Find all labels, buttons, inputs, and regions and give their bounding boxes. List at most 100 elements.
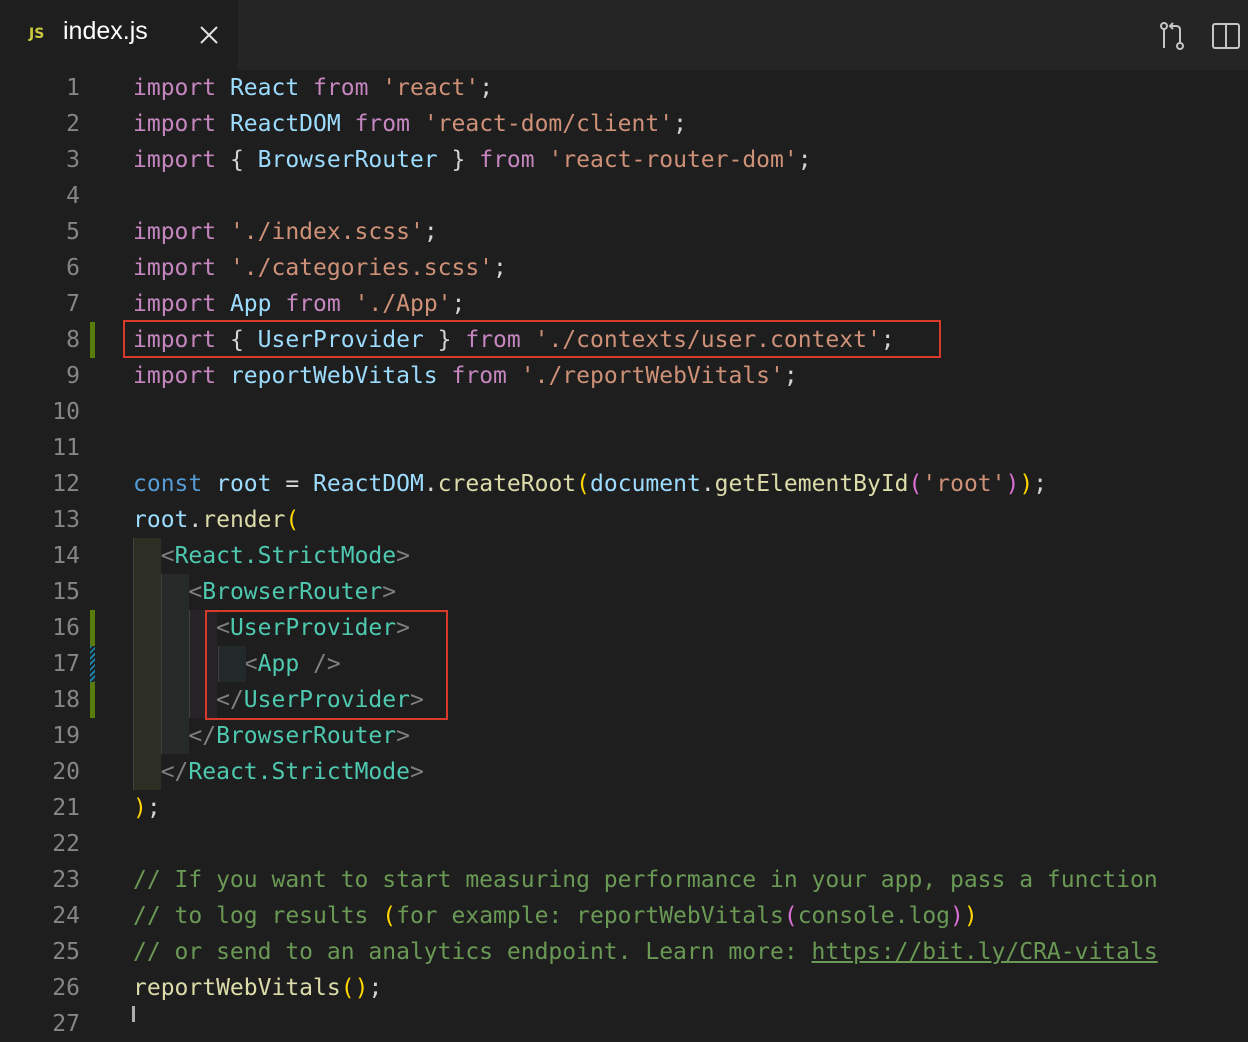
code-line[interactable]: 1 import React from 'react'; xyxy=(0,70,1248,106)
code-token: 'react-dom/client' xyxy=(423,111,674,137)
code-line[interactable]: 13 root.render( xyxy=(0,502,1248,538)
line-number: 21 xyxy=(52,795,80,821)
line-number: 27 xyxy=(52,1011,80,1037)
code-line[interactable]: 5 import './index.scss'; xyxy=(0,214,1248,250)
code-token: from xyxy=(354,111,424,137)
split-editor-icon[interactable] xyxy=(1210,20,1242,52)
code-line[interactable]: 26 reportWebVitals(); xyxy=(0,970,1248,1006)
code-text: // or send to an analytics endpoint. Lea… xyxy=(133,934,1158,970)
line-number: 14 xyxy=(52,543,80,569)
code-text: </React.StrictMode> xyxy=(133,754,424,790)
code-line[interactable]: 7 import App from './App'; xyxy=(0,286,1248,322)
code-line[interactable]: 20 </React.StrictMode> xyxy=(0,754,1248,790)
code-token: import xyxy=(133,291,230,317)
line-number: 8 xyxy=(66,327,80,353)
code-token: render xyxy=(202,507,286,533)
code-text: root.render( xyxy=(133,502,299,538)
code-token: BrowserRouter xyxy=(257,147,452,173)
code-token: > xyxy=(396,723,410,749)
code-token: root xyxy=(216,471,286,497)
code-line[interactable]: 27 xyxy=(0,1006,1248,1042)
code-token: from xyxy=(451,363,521,389)
code-token: BrowserRouter xyxy=(202,579,383,605)
code-token: ) xyxy=(133,795,147,821)
code-token: BrowserRouter xyxy=(216,723,397,749)
code-token: } xyxy=(451,147,480,173)
open-changes-icon[interactable] xyxy=(1156,20,1188,52)
code-text: import './index.scss'; xyxy=(133,214,438,250)
code-token: { xyxy=(229,147,258,173)
code-line[interactable]: 14 <React.StrictMode> xyxy=(0,538,1248,574)
indent-guide-highlight xyxy=(161,574,189,754)
line-number: 10 xyxy=(52,399,80,425)
code-line[interactable]: 11 xyxy=(0,430,1248,466)
code-line[interactable]: 21); xyxy=(0,790,1248,826)
code-line[interactable]: 10 xyxy=(0,394,1248,430)
code-line[interactable]: 25 // or send to an analytics endpoint. L… xyxy=(0,934,1248,970)
code-token: ; xyxy=(368,975,383,1001)
line-number: 20 xyxy=(52,759,80,785)
code-token: document xyxy=(590,471,701,497)
code-token: from xyxy=(285,291,355,317)
code-token: console.log xyxy=(797,903,951,929)
code-token: import xyxy=(133,255,230,281)
code-token: React xyxy=(229,75,314,101)
code-token: . xyxy=(700,471,715,497)
code-line[interactable]: 22 xyxy=(0,826,1248,862)
code-line[interactable]: 9 import reportWebVitals from './reportWe… xyxy=(0,358,1248,394)
code-token: import xyxy=(133,111,230,137)
text-cursor xyxy=(132,1006,135,1022)
code-token: . xyxy=(423,471,438,497)
code-token: 'root' xyxy=(922,471,1006,497)
code-line[interactable]: 24 // to log results (for example: report… xyxy=(0,898,1248,934)
code-line[interactable]: 12 const root = ReactDOM.createRoot(docum… xyxy=(0,466,1248,502)
code-token: // If you want to start measuring perfor… xyxy=(133,867,1158,893)
line-number: 25 xyxy=(52,939,80,965)
code-token: ( xyxy=(382,903,397,929)
code-token: ; xyxy=(783,363,798,389)
code-line[interactable]: 3 import { BrowserRouter } from 'react-ro… xyxy=(0,142,1248,178)
close-icon[interactable] xyxy=(198,24,220,46)
code-token: ) xyxy=(354,975,369,1001)
code-token: React.StrictMode xyxy=(174,543,397,569)
code-token: ( xyxy=(340,975,355,1001)
code-token: './categories.scss' xyxy=(229,255,494,281)
code-text: import { BrowserRouter } from 'react-rou… xyxy=(133,142,812,178)
code-text: import './categories.scss'; xyxy=(133,250,507,286)
line-number: 26 xyxy=(52,975,80,1001)
code-token: . xyxy=(188,507,203,533)
code-token: ) xyxy=(1005,471,1020,497)
tab-title: index.js xyxy=(63,17,148,45)
code-token: 'react-router-dom' xyxy=(548,147,798,173)
code-token: React.StrictMode xyxy=(188,759,410,785)
code-token: < xyxy=(188,579,203,605)
highlight-box-import xyxy=(123,320,941,358)
code-token: > xyxy=(409,759,424,785)
line-number: 24 xyxy=(52,903,80,929)
code-token: ; xyxy=(479,75,494,101)
code-token: for example: reportWebVitals xyxy=(396,903,784,929)
code-token: reportWebVitals xyxy=(133,975,341,1001)
line-number: 18 xyxy=(52,687,80,713)
code-token: ReactDOM xyxy=(313,471,424,497)
code-token: from xyxy=(313,75,383,101)
code-text: const root = ReactDOM.createRoot(documen… xyxy=(133,466,1047,502)
code-token: createRoot xyxy=(437,471,577,497)
code-line[interactable]: 23 // If you want to start measuring perf… xyxy=(0,862,1248,898)
code-token: ; xyxy=(146,795,161,821)
code-line[interactable]: 2 import ReactDOM from 'react-dom/client'… xyxy=(0,106,1248,142)
javascript-file-icon: JS xyxy=(29,26,45,42)
tab-index-js[interactable]: JS index.js xyxy=(0,0,238,70)
highlight-box-provider xyxy=(205,610,448,720)
line-number: 12 xyxy=(52,471,80,497)
line-number: 6 xyxy=(66,255,80,281)
code-line[interactable]: 6 import './categories.scss'; xyxy=(0,250,1248,286)
line-number: 23 xyxy=(52,867,80,893)
code-line[interactable]: 4 xyxy=(0,178,1248,214)
code-token: './reportWebVitals' xyxy=(520,363,784,389)
code-token: const xyxy=(133,471,217,497)
code-text: // If you want to start measuring perfor… xyxy=(133,862,1158,898)
code-token: ( xyxy=(285,507,300,533)
line-number: 15 xyxy=(52,579,80,605)
code-editor[interactable]: 27 26 reportWebVitals(); 25// or send to an… xyxy=(0,70,1248,1037)
